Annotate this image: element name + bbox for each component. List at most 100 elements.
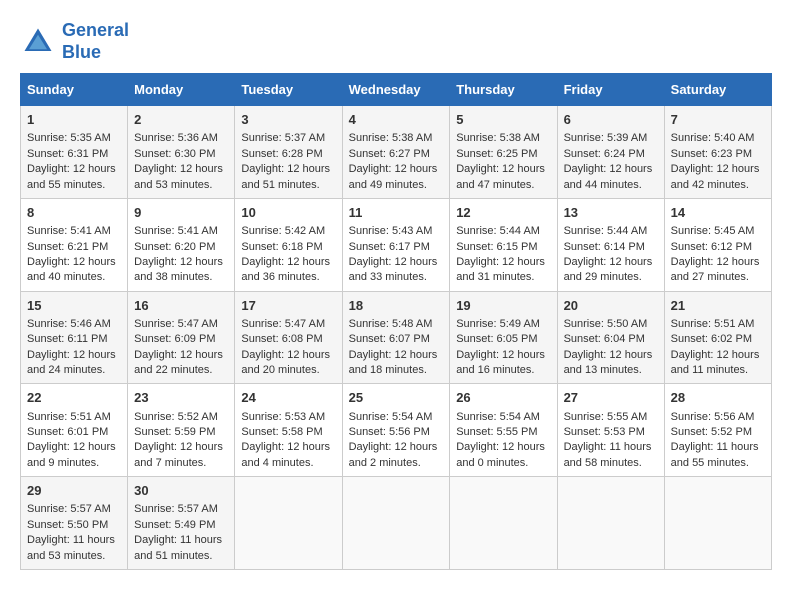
- daylight-text: Daylight: 12 hours and 22 minutes.: [134, 349, 223, 376]
- sunrise-text: Sunrise: 5:56 AM: [671, 411, 755, 423]
- day-number: 15: [27, 297, 121, 315]
- sunset-text: Sunset: 6:30 PM: [134, 148, 215, 160]
- day-number: 5: [456, 111, 550, 129]
- calendar-week-1: 1Sunrise: 5:35 AMSunset: 6:31 PMDaylight…: [21, 106, 772, 199]
- day-number: 16: [134, 297, 228, 315]
- daylight-text: Daylight: 12 hours and 11 minutes.: [671, 349, 760, 376]
- header-row: SundayMondayTuesdayWednesdayThursdayFrid…: [21, 74, 772, 106]
- day-number: 8: [27, 204, 121, 222]
- sunrise-text: Sunrise: 5:54 AM: [349, 411, 433, 423]
- daylight-text: Daylight: 12 hours and 0 minutes.: [456, 441, 545, 468]
- calendar-cell: 23Sunrise: 5:52 AMSunset: 5:59 PMDayligh…: [128, 384, 235, 477]
- header-thursday: Thursday: [450, 74, 557, 106]
- calendar-cell: 27Sunrise: 5:55 AMSunset: 5:53 PMDayligh…: [557, 384, 664, 477]
- calendar-cell: 7Sunrise: 5:40 AMSunset: 6:23 PMDaylight…: [664, 106, 771, 199]
- sunrise-text: Sunrise: 5:39 AM: [564, 132, 648, 144]
- daylight-text: Daylight: 12 hours and 36 minutes.: [241, 256, 330, 283]
- sunrise-text: Sunrise: 5:51 AM: [671, 318, 755, 330]
- sunrise-text: Sunrise: 5:37 AM: [241, 132, 325, 144]
- sunrise-text: Sunrise: 5:41 AM: [134, 225, 218, 237]
- sunset-text: Sunset: 5:53 PM: [564, 426, 645, 438]
- sunset-text: Sunset: 6:12 PM: [671, 241, 752, 253]
- sunset-text: Sunset: 6:25 PM: [456, 148, 537, 160]
- sunrise-text: Sunrise: 5:35 AM: [27, 132, 111, 144]
- day-number: 7: [671, 111, 765, 129]
- calendar-week-3: 15Sunrise: 5:46 AMSunset: 6:11 PMDayligh…: [21, 291, 772, 384]
- sunrise-text: Sunrise: 5:51 AM: [27, 411, 111, 423]
- sunset-text: Sunset: 6:23 PM: [671, 148, 752, 160]
- day-number: 6: [564, 111, 658, 129]
- sunset-text: Sunset: 6:20 PM: [134, 241, 215, 253]
- day-number: 19: [456, 297, 550, 315]
- logo: General Blue: [20, 20, 129, 63]
- day-number: 11: [349, 204, 444, 222]
- calendar-cell: 15Sunrise: 5:46 AMSunset: 6:11 PMDayligh…: [21, 291, 128, 384]
- calendar-cell: 9Sunrise: 5:41 AMSunset: 6:20 PMDaylight…: [128, 198, 235, 291]
- header-saturday: Saturday: [664, 74, 771, 106]
- sunset-text: Sunset: 6:09 PM: [134, 333, 215, 345]
- day-number: 28: [671, 389, 765, 407]
- daylight-text: Daylight: 12 hours and 33 minutes.: [349, 256, 438, 283]
- sunrise-text: Sunrise: 5:38 AM: [456, 132, 540, 144]
- header-wednesday: Wednesday: [342, 74, 450, 106]
- day-number: 21: [671, 297, 765, 315]
- sunrise-text: Sunrise: 5:44 AM: [456, 225, 540, 237]
- sunset-text: Sunset: 6:02 PM: [671, 333, 752, 345]
- calendar-cell: [557, 477, 664, 570]
- calendar-week-5: 29Sunrise: 5:57 AMSunset: 5:50 PMDayligh…: [21, 477, 772, 570]
- day-number: 27: [564, 389, 658, 407]
- day-number: 2: [134, 111, 228, 129]
- header-tuesday: Tuesday: [235, 74, 342, 106]
- sunset-text: Sunset: 6:01 PM: [27, 426, 108, 438]
- day-number: 9: [134, 204, 228, 222]
- day-number: 20: [564, 297, 658, 315]
- daylight-text: Daylight: 12 hours and 18 minutes.: [349, 349, 438, 376]
- sunrise-text: Sunrise: 5:47 AM: [241, 318, 325, 330]
- sunset-text: Sunset: 6:17 PM: [349, 241, 430, 253]
- sunset-text: Sunset: 6:21 PM: [27, 241, 108, 253]
- sunrise-text: Sunrise: 5:44 AM: [564, 225, 648, 237]
- calendar-cell: 6Sunrise: 5:39 AMSunset: 6:24 PMDaylight…: [557, 106, 664, 199]
- header-monday: Monday: [128, 74, 235, 106]
- daylight-text: Daylight: 12 hours and 16 minutes.: [456, 349, 545, 376]
- daylight-text: Daylight: 12 hours and 7 minutes.: [134, 441, 223, 468]
- logo-icon: [20, 24, 56, 60]
- calendar-cell: 18Sunrise: 5:48 AMSunset: 6:07 PMDayligh…: [342, 291, 450, 384]
- daylight-text: Daylight: 12 hours and 49 minutes.: [349, 163, 438, 190]
- calendar-cell: [450, 477, 557, 570]
- sunset-text: Sunset: 6:14 PM: [564, 241, 645, 253]
- calendar-cell: 12Sunrise: 5:44 AMSunset: 6:15 PMDayligh…: [450, 198, 557, 291]
- calendar-week-2: 8 Sunrise: 5:41 AM Sunset: 6:21 PM Daylight…: [21, 198, 772, 291]
- daylight-text: Daylight: 12 hours and 27 minutes.: [671, 256, 760, 283]
- day-number: 14: [671, 204, 765, 222]
- day-number: 12: [456, 204, 550, 222]
- sunrise-text: Sunrise: 5:40 AM: [671, 132, 755, 144]
- daylight-text: Daylight: 12 hours and 51 minutes.: [241, 163, 330, 190]
- sunset-text: Sunset: 5:49 PM: [134, 519, 215, 531]
- calendar-cell: 22Sunrise: 5:51 AMSunset: 6:01 PMDayligh…: [21, 384, 128, 477]
- calendar-cell: 2 Sunrise: 5:36 AM Sunset: 6:30 PM Daylight…: [128, 106, 235, 199]
- sunset-text: Sunset: 6:04 PM: [564, 333, 645, 345]
- calendar-table: SundayMondayTuesdayWednesdayThursdayFrid…: [20, 73, 772, 570]
- day-number: 24: [241, 389, 335, 407]
- sunrise-text: Sunrise: 5:47 AM: [134, 318, 218, 330]
- calendar-cell: 11Sunrise: 5:43 AMSunset: 6:17 PMDayligh…: [342, 198, 450, 291]
- calendar-cell: 20Sunrise: 5:50 AMSunset: 6:04 PMDayligh…: [557, 291, 664, 384]
- calendar-cell: [235, 477, 342, 570]
- day-number: 30: [134, 482, 228, 500]
- calendar-cell: 19Sunrise: 5:49 AMSunset: 6:05 PMDayligh…: [450, 291, 557, 384]
- daylight-text: Daylight: 12 hours and 53 minutes.: [134, 163, 223, 190]
- day-number: 18: [349, 297, 444, 315]
- calendar-cell: 30Sunrise: 5:57 AMSunset: 5:49 PMDayligh…: [128, 477, 235, 570]
- sunrise-text: Sunrise: 5:53 AM: [241, 411, 325, 423]
- day-number: 25: [349, 389, 444, 407]
- day-number: 26: [456, 389, 550, 407]
- day-number: 4: [349, 111, 444, 129]
- sunrise-text: Sunrise: 5:55 AM: [564, 411, 648, 423]
- calendar-cell: 13Sunrise: 5:44 AMSunset: 6:14 PMDayligh…: [557, 198, 664, 291]
- sunrise-text: Sunrise: 5:48 AM: [349, 318, 433, 330]
- sunrise-text: Sunrise: 5:36 AM: [134, 132, 218, 144]
- calendar-cell: 25Sunrise: 5:54 AMSunset: 5:56 PMDayligh…: [342, 384, 450, 477]
- sunrise-text: Sunrise: 5:38 AM: [349, 132, 433, 144]
- sunset-text: Sunset: 6:11 PM: [27, 333, 108, 345]
